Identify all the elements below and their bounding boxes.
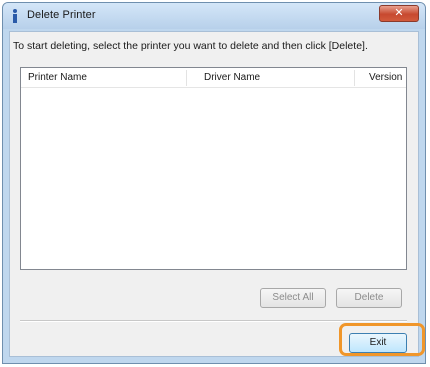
printer-list[interactable]: Printer Name Driver Name Version xyxy=(20,67,407,270)
close-button[interactable]: ✕ xyxy=(379,5,419,22)
info-icon xyxy=(12,9,18,23)
select-all-button[interactable]: Select All xyxy=(260,288,326,308)
column-divider[interactable] xyxy=(354,70,355,86)
list-header: Printer Name Driver Name Version xyxy=(21,68,406,88)
column-header-version[interactable]: Version xyxy=(369,72,402,83)
separator xyxy=(20,320,407,322)
delete-printer-dialog: Delete Printer ✕ To start deleting, sele… xyxy=(2,2,426,364)
window-title: Delete Printer xyxy=(27,9,96,21)
delete-button[interactable]: Delete xyxy=(336,288,402,308)
title-bar[interactable]: Delete Printer ✕ xyxy=(3,3,425,29)
exit-button[interactable]: Exit xyxy=(349,333,407,353)
column-header-driver-name[interactable]: Driver Name xyxy=(204,72,260,83)
column-header-printer-name[interactable]: Printer Name xyxy=(28,72,87,83)
dialog-body: To start deleting, select the printer yo… xyxy=(9,31,419,357)
instruction-text: To start deleting, select the printer yo… xyxy=(13,40,368,52)
column-divider[interactable] xyxy=(186,70,187,86)
